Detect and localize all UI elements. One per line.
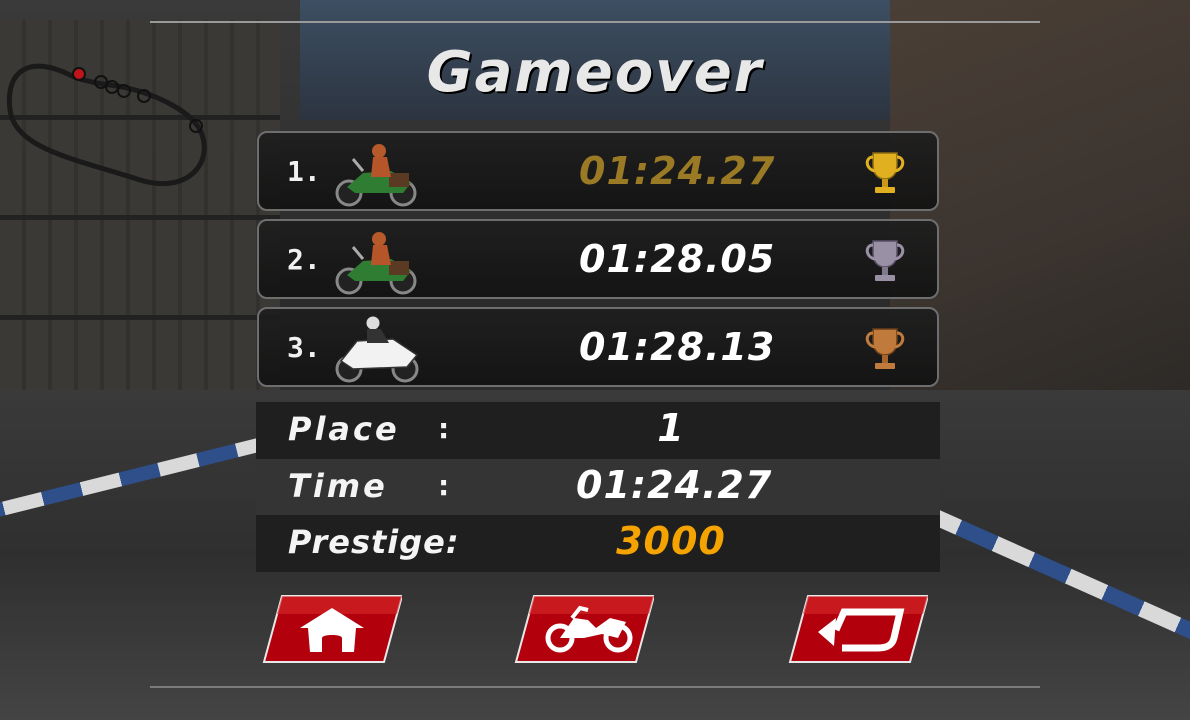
race-time: 01:28.05 [579, 237, 776, 281]
place-value: 1 [657, 406, 685, 450]
time-row: Time : 01:24.27 [256, 458, 940, 516]
prestige-value: 3000 [616, 519, 726, 564]
place-colon: : [438, 412, 450, 445]
silver-trophy-icon [865, 240, 905, 281]
ranking-row-2: 2. 01:28.05 [257, 219, 939, 299]
bronze-trophy-icon [865, 328, 905, 369]
ranking-row-3: 3. 01:28.13 [257, 307, 939, 387]
rank-number: 2. [287, 243, 321, 276]
top-divider [150, 21, 1040, 23]
white-sport-bike-icon [335, 315, 419, 383]
prestige-label: Prestige: [288, 523, 460, 562]
race-time: 01:24.27 [579, 149, 776, 193]
place-row: Place : 1 [256, 402, 940, 459]
race-time: 01:28.13 [579, 325, 776, 369]
ranking-row-1: 1. 01:24.27 [257, 131, 939, 211]
home-button[interactable] [262, 594, 402, 664]
place-label: Place [288, 410, 400, 448]
restart-button[interactable] [788, 594, 928, 664]
time-label: Time [288, 466, 388, 505]
time-colon: : [438, 468, 450, 502]
gold-trophy-icon [865, 152, 905, 193]
prestige-row: Prestige: 3000 [256, 515, 940, 572]
rank-number: 1. [287, 155, 321, 188]
green-chopper-bike-icon [335, 232, 417, 295]
gameover-title: Gameover [426, 40, 764, 105]
garage-button[interactable] [514, 594, 654, 664]
green-chopper-bike-icon [335, 144, 417, 207]
rank-number: 3. [287, 331, 321, 364]
result-stats-panel: Place : 1 Time : 01:24.27 Prestige: 3000 [256, 402, 940, 572]
bottom-divider [150, 686, 1040, 688]
time-value: 01:24.27 [576, 462, 773, 507]
